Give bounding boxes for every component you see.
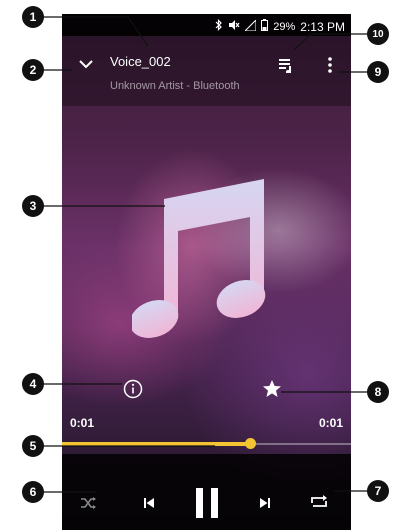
info-icon[interactable]	[122, 378, 144, 400]
callout-1: 1	[22, 6, 44, 28]
mute-icon	[228, 19, 240, 34]
callout-2: 2	[22, 59, 44, 81]
bluetooth-icon	[215, 19, 223, 34]
music-player-screen: 29% 2:13 PM Voice_002 Unknown Artist - B…	[62, 14, 351, 530]
repeat-icon[interactable]	[308, 491, 330, 513]
next-icon[interactable]	[254, 492, 276, 514]
callout-6: 6	[22, 481, 44, 503]
previous-icon[interactable]	[138, 492, 160, 514]
pause-icon[interactable]	[189, 485, 225, 521]
elapsed-time: 0:01	[70, 416, 95, 430]
collapse-chevron-icon[interactable]	[76, 54, 96, 74]
callout-8: 8	[367, 381, 389, 403]
callout-5: 5	[22, 435, 44, 457]
callout-7: 7	[367, 480, 389, 502]
callout-3: 3	[22, 195, 44, 217]
callout-10: 10	[367, 23, 389, 45]
star-icon[interactable]	[261, 378, 283, 400]
signal-icon	[244, 18, 257, 34]
queue-icon[interactable]	[275, 54, 297, 76]
track-subtitle: Unknown Artist - Bluetooth	[110, 80, 240, 92]
total-time: 0:01	[318, 416, 343, 430]
seek-progress	[62, 442, 250, 446]
battery-icon	[261, 19, 269, 34]
overflow-menu-icon[interactable]	[320, 54, 340, 76]
status-icons: 29% 2:13 PM	[215, 18, 345, 34]
battery-percent: 29%	[273, 20, 296, 33]
seek-bar[interactable]	[62, 438, 351, 449]
clock: 2:13 PM	[300, 19, 345, 34]
now-playing-header: Voice_002 Unknown Artist - Bluetooth	[62, 36, 351, 106]
music-note-icon	[129, 179, 267, 349]
shuffle-icon[interactable]	[78, 492, 100, 514]
seek-thumb[interactable]	[244, 438, 256, 449]
track-title: Voice_002	[110, 54, 171, 69]
callout-9: 9	[367, 61, 389, 83]
playback-controls	[62, 454, 351, 530]
status-bar: 29% 2:13 PM	[62, 14, 351, 36]
callout-4: 4	[22, 373, 44, 395]
